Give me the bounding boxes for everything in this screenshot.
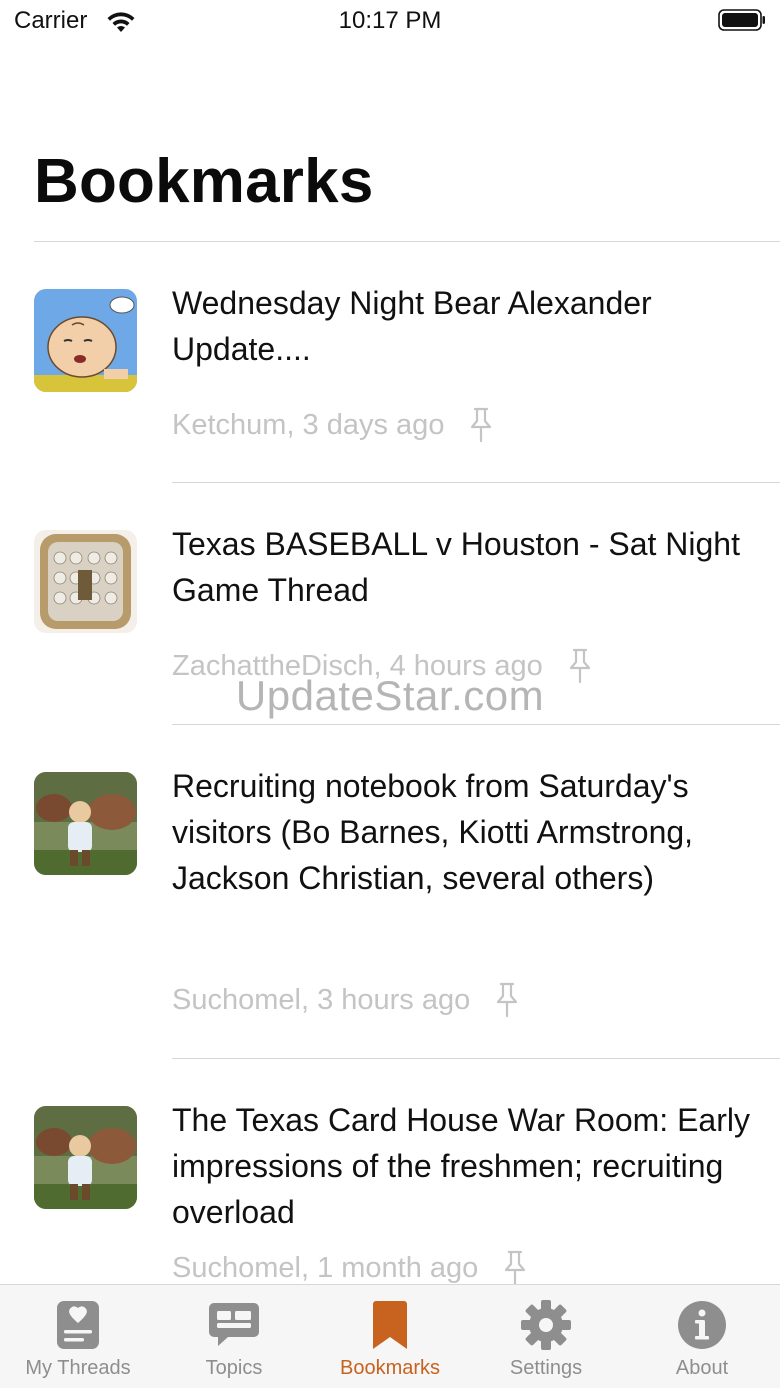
status-time: 10:17 PM <box>338 7 442 34</box>
child-with-cattle-avatar <box>34 1106 137 1209</box>
thread-meta: Ketchum, 3 days ago <box>172 407 494 443</box>
thread-author-time: Ketchum, 3 days ago <box>172 408 445 441</box>
thread-title: Recruiting notebook from Saturday's visi… <box>172 768 694 896</box>
watermark: UpdateStar.com <box>235 672 545 719</box>
tab-label: Topics <box>205 1357 263 1379</box>
tab-label: About <box>675 1357 729 1379</box>
bookmark-row[interactable]: Recruiting notebook from Saturday's visi… <box>0 725 780 1059</box>
topics-icon <box>209 1303 259 1346</box>
tab-bookmarks[interactable]: Bookmarks <box>312 1285 468 1388</box>
info-icon <box>678 1301 726 1349</box>
pin-icon[interactable] <box>494 982 520 1018</box>
status-bar: Carrier 10:17 PM <box>0 0 780 44</box>
thread-meta: Suchomel, 3 hours ago <box>172 982 520 1018</box>
bookmark-icon <box>373 1301 407 1349</box>
bookmark-row[interactable]: The Texas Card House War Room: Early imp… <box>0 1059 780 1287</box>
thread-author-time: Suchomel, 1 month ago <box>172 1251 479 1284</box>
child-with-cattle-avatar <box>34 772 137 875</box>
championship-ring-avatar <box>34 530 137 633</box>
tab-label: Settings <box>509 1357 583 1379</box>
battery-icon <box>718 9 765 31</box>
tab-label: My Threads <box>25 1357 131 1379</box>
thread-title: The Texas Card House War Room: Early imp… <box>172 1102 750 1230</box>
charlie-brown-avatar <box>34 289 137 392</box>
pin-icon[interactable] <box>502 1250 528 1286</box>
my-threads-icon <box>57 1301 99 1349</box>
tab-settings[interactable]: Settings <box>468 1285 624 1388</box>
bookmark-list: Wednesday Night Bear Alexander Update...… <box>0 242 780 1287</box>
page-title: Bookmarks <box>34 147 374 216</box>
thread-title: Texas BASEBALL v Houston - Sat Night Gam… <box>172 526 740 608</box>
tab-label: Bookmarks <box>339 1357 441 1379</box>
gear-icon <box>521 1300 571 1350</box>
bookmark-row[interactable]: Wednesday Night Bear Alexander Update...… <box>0 242 780 483</box>
tab-topics[interactable]: Topics <box>156 1285 312 1388</box>
pin-icon[interactable] <box>468 407 494 443</box>
tab-my-threads[interactable]: My Threads <box>0 1285 156 1388</box>
tab-bar: My Threads Topics Bookmarks Settings Abo… <box>0 1284 780 1388</box>
thread-author-time: Suchomel, 3 hours ago <box>172 983 471 1016</box>
tab-about[interactable]: About <box>624 1285 780 1388</box>
thread-meta: Suchomel, 1 month ago <box>172 1250 528 1286</box>
thread-title: Wednesday Night Bear Alexander Update...… <box>172 285 652 367</box>
